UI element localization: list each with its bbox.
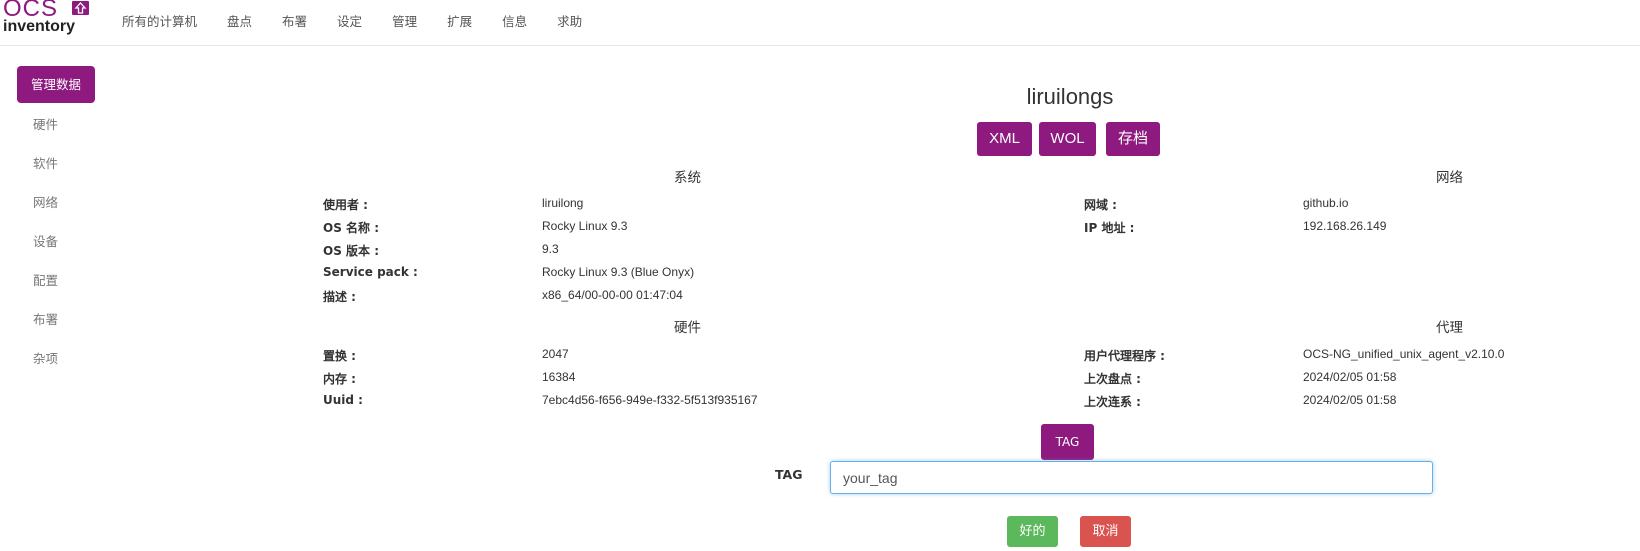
- agent-last-inventory-label: 上次盘点 :: [1084, 372, 1141, 386]
- cancel-button[interactable]: 取消: [1080, 516, 1131, 547]
- system-service-pack-value: Rocky Linux 9.3 (Blue Onyx): [542, 265, 695, 279]
- agent-last-contact-value: 2024/02/05 01:58: [1303, 393, 1397, 407]
- sidebar-item-devices[interactable]: 设备: [17, 222, 97, 261]
- agent-last-contact-label: 上次连系 :: [1084, 395, 1141, 409]
- network-section-title: 网络: [1436, 170, 1463, 186]
- hardware-swap-value: 2047: [542, 347, 569, 361]
- logo-inventory-text: inventory: [3, 18, 76, 35]
- nav-manage[interactable]: 管理: [392, 11, 417, 30]
- network-ip-label: IP 地址 :: [1084, 221, 1135, 235]
- ok-button[interactable]: 好的: [1007, 516, 1058, 547]
- sidebar: 管理数据 硬件 软件 网络 设备 配置 布署 杂项: [17, 66, 97, 378]
- system-user-value: liruilong: [542, 196, 584, 210]
- network-domain-label: 网域 :: [1084, 198, 1117, 212]
- agent-name-label: 用户代理程序 :: [1084, 349, 1165, 363]
- top-navbar: OCS inventory 所有的计算机 盘点 布署 设定 管理 扩展 信息 求…: [0, 0, 1640, 46]
- nav-all-computers[interactable]: 所有的计算机: [122, 11, 197, 30]
- ocs-inventory-logo[interactable]: OCS inventory: [3, 0, 93, 40]
- tag-input[interactable]: [830, 461, 1433, 494]
- nav-inventory[interactable]: 盘点: [227, 11, 252, 30]
- system-os-version-value: 9.3: [542, 242, 559, 256]
- agent-section-title: 代理: [1436, 320, 1463, 336]
- hardware-memory-value: 16384: [542, 370, 576, 384]
- hardware-memory-label: 内存 :: [323, 372, 356, 386]
- tag-field-label: TAG: [775, 467, 803, 482]
- system-section-title: 系统: [674, 170, 701, 186]
- nav-help[interactable]: 求助: [557, 11, 582, 30]
- logo-upload-icon: [72, 1, 89, 15]
- hardware-section-title: 硬件: [674, 320, 701, 336]
- system-service-pack-label: Service pack :: [323, 265, 418, 279]
- main-menu: 所有的计算机 盘点 布署 设定 管理 扩展 信息 求助: [122, 11, 612, 30]
- hardware-uuid-value: 7ebc4d56-f656-949e-f332-5f513f935167: [542, 393, 758, 407]
- sidebar-item-misc[interactable]: 杂项: [17, 339, 97, 378]
- system-user-label: 使用者 :: [323, 198, 368, 212]
- sidebar-item-deployment[interactable]: 布署: [17, 300, 97, 339]
- hardware-swap-label: 置换 :: [323, 349, 356, 363]
- xml-button[interactable]: XML: [977, 122, 1032, 156]
- agent-last-inventory-value: 2024/02/05 01:58: [1303, 370, 1397, 384]
- computer-name-title: liruilongs: [1026, 84, 1114, 109]
- sidebar-item-software[interactable]: 软件: [17, 144, 97, 183]
- network-ip-value: 192.168.26.149: [1303, 219, 1387, 233]
- system-os-version-label: OS 版本 :: [323, 244, 379, 258]
- hardware-uuid-label: Uuid :: [323, 393, 363, 407]
- archive-button[interactable]: 存档: [1106, 122, 1160, 156]
- nav-settings[interactable]: 设定: [337, 11, 362, 30]
- sidebar-item-network[interactable]: 网络: [17, 183, 97, 222]
- network-domain-value: github.io: [1303, 196, 1349, 210]
- nav-information[interactable]: 信息: [502, 11, 527, 30]
- nav-extensions[interactable]: 扩展: [447, 11, 472, 30]
- tag-button[interactable]: TAG: [1041, 424, 1094, 460]
- system-description-label: 描述 :: [323, 290, 356, 304]
- agent-name-value: OCS-NG_unified_unix_agent_v2.10.0: [1303, 347, 1505, 361]
- system-os-name-value: Rocky Linux 9.3: [542, 219, 628, 233]
- sidebar-item-hardware[interactable]: 硬件: [17, 105, 97, 144]
- system-os-name-label: OS 名称 :: [323, 221, 379, 235]
- nav-deployment[interactable]: 布署: [282, 11, 307, 30]
- wol-button[interactable]: WOL: [1039, 122, 1096, 156]
- sidebar-item-config[interactable]: 配置: [17, 261, 97, 300]
- system-description-value: x86_64/00-00-00 01:47:04: [542, 288, 683, 302]
